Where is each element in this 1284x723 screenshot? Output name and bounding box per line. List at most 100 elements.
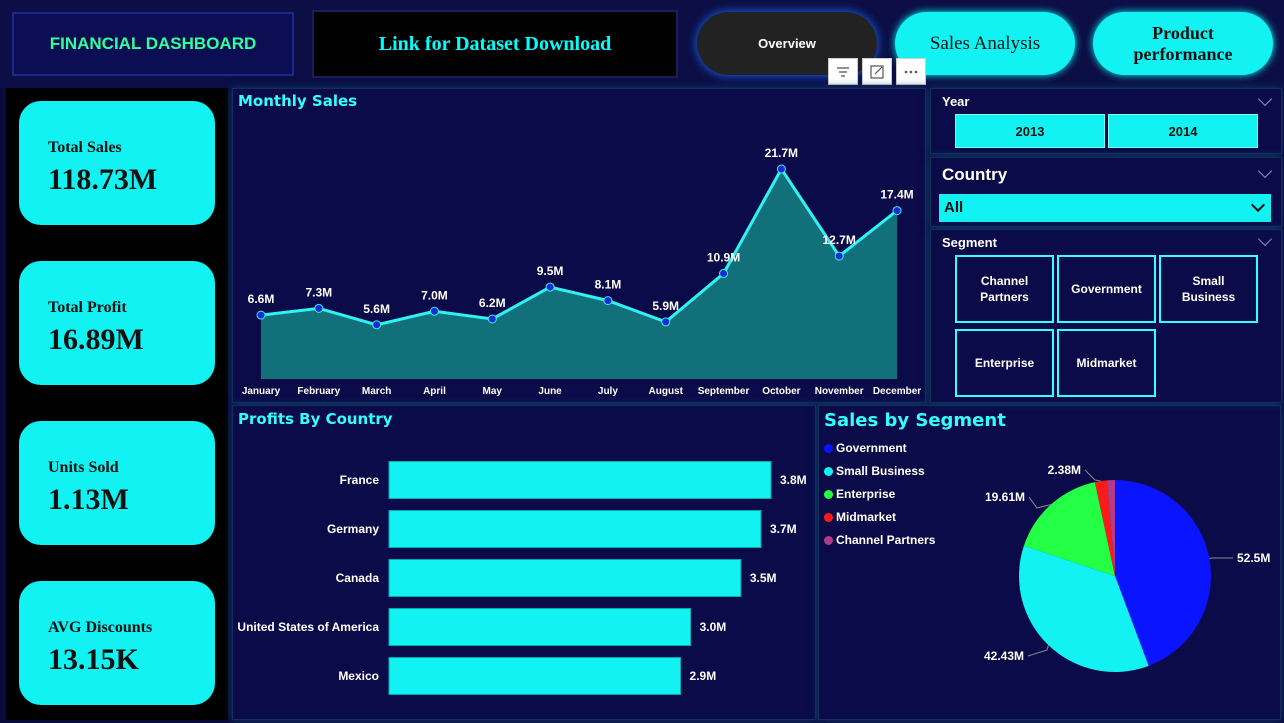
- legend-item[interactable]: Midmarket: [824, 510, 896, 524]
- kpi-value: 118.73M: [48, 163, 158, 196]
- dataset-link-box[interactable]: Link for Dataset Download: [312, 10, 678, 78]
- legend-item[interactable]: Channel Partners: [824, 533, 935, 547]
- data-label: 10.9M: [707, 251, 740, 265]
- x-tick-label: April: [423, 386, 446, 397]
- legend-item[interactable]: Enterprise: [824, 487, 895, 501]
- legend-item[interactable]: Small Business: [824, 464, 925, 478]
- data-label: 5.6M: [363, 302, 390, 316]
- x-tick-label: September: [698, 386, 750, 397]
- year-option-2013[interactable]: 2013: [955, 114, 1105, 148]
- bar[interactable]: [388, 608, 692, 646]
- kpi-card-total-profit: Total Profit 16.89M: [19, 261, 215, 385]
- segment-option-channel-partners[interactable]: Channel Partners: [955, 255, 1054, 323]
- data-label: 2.38M: [1048, 463, 1081, 477]
- dashboard-title: FINANCIAL DASHBOARD: [49, 34, 257, 53]
- kpi-card-units-sold: Units Sold 1.13M: [19, 421, 215, 545]
- year-slicer-title: Year: [942, 94, 970, 109]
- dashboard-root: FINANCIAL DASHBOARD Link for Dataset Dow…: [0, 0, 1284, 723]
- country-dropdown-value: All: [944, 199, 964, 216]
- header-bar: FINANCIAL DASHBOARD Link for Dataset Dow…: [0, 0, 1284, 88]
- y-tick-label: United States of America: [237, 620, 379, 634]
- segment-option-midmarket[interactable]: Midmarket: [1057, 329, 1156, 397]
- kpi-card-avg-discounts: AVG Discounts 13.15K: [19, 581, 215, 705]
- x-tick-label: June: [538, 386, 562, 397]
- legend-label: Small Business: [836, 464, 925, 478]
- data-label: 2.9M: [690, 669, 717, 683]
- kpi-label: Units Sold: [48, 459, 119, 476]
- legend-marker: [824, 535, 833, 545]
- data-label: 52.5M: [1237, 551, 1270, 565]
- bar[interactable]: [388, 657, 682, 695]
- x-tick-label: November: [815, 386, 864, 397]
- bar[interactable]: [388, 461, 772, 499]
- data-label: 17.4M: [880, 188, 913, 202]
- profits-by-country-panel: Profits By Country France 3.8M Germany 3.7M…: [232, 405, 816, 720]
- year-option-2014[interactable]: 2014: [1108, 114, 1258, 148]
- y-tick-label: Canada: [336, 571, 380, 585]
- legend-marker: [824, 443, 833, 453]
- chevron-down-icon[interactable]: [1250, 197, 1266, 213]
- kpi-label: Total Sales: [48, 139, 122, 156]
- x-tick-label: February: [297, 386, 340, 397]
- filter-icon[interactable]: [828, 58, 858, 85]
- kpi-value: 13.15K: [48, 643, 139, 676]
- data-label: 6.6M: [248, 292, 275, 306]
- data-point[interactable]: [256, 310, 266, 320]
- legend-label: Channel Partners: [836, 533, 936, 547]
- legend-label: Midmarket: [836, 510, 897, 524]
- leader-line: [1084, 469, 1101, 482]
- data-point[interactable]: [487, 314, 497, 324]
- dataset-download-link[interactable]: Link for Dataset Download: [379, 33, 611, 56]
- focus-mode-icon[interactable]: [862, 58, 892, 85]
- data-label: 3.5M: [750, 571, 777, 585]
- country-dropdown[interactable]: All: [939, 194, 1271, 222]
- data-point[interactable]: [776, 164, 786, 174]
- legend-item[interactable]: Government: [824, 441, 907, 455]
- data-point[interactable]: [545, 282, 555, 292]
- dashboard-title-box: FINANCIAL DASHBOARD: [12, 12, 294, 76]
- segment-option-enterprise[interactable]: Enterprise: [955, 329, 1054, 397]
- data-point[interactable]: [719, 269, 729, 279]
- visual-toolbar: [828, 58, 926, 85]
- kpi-card-total-sales: Total Sales 118.73M: [19, 101, 215, 225]
- data-point[interactable]: [372, 320, 382, 330]
- profits-by-country-chart: France 3.8M Germany 3.7M Canada 3.5M United St…: [237, 461, 807, 695]
- data-label: 42.43M: [984, 649, 1024, 663]
- x-tick-label: August: [649, 386, 684, 397]
- kpi-column: Total Sales 118.73M Total Profit 16.89M …: [6, 88, 228, 720]
- data-point[interactable]: [892, 206, 902, 216]
- segment-option-government[interactable]: Government: [1057, 255, 1156, 323]
- bar[interactable]: [388, 510, 762, 548]
- data-label: 5.9M: [652, 299, 679, 313]
- data-label: 21.7M: [765, 146, 798, 160]
- data-label: 6.2M: [479, 296, 506, 310]
- nav-product-performance-button[interactable]: Product performance: [1093, 12, 1273, 75]
- data-point[interactable]: [429, 306, 439, 316]
- legend-marker: [824, 512, 833, 522]
- data-point[interactable]: [603, 296, 613, 306]
- data-label: 3.0M: [700, 620, 727, 634]
- x-tick-label: December: [873, 386, 921, 397]
- country-slicer-title: Country: [942, 165, 1008, 184]
- kpi-label: Total Profit: [48, 299, 127, 316]
- data-point[interactable]: [314, 303, 324, 313]
- x-tick-label: March: [362, 386, 391, 397]
- y-tick-label: Germany: [327, 522, 379, 536]
- data-point[interactable]: [834, 251, 844, 261]
- y-tick-label: France: [340, 473, 380, 487]
- more-options-icon[interactable]: [896, 58, 926, 85]
- segment-option-small-business[interactable]: Small Business: [1159, 255, 1258, 323]
- leader-line: [1028, 496, 1052, 509]
- x-tick-label: July: [598, 386, 618, 397]
- kpi-value: 1.13M: [48, 483, 129, 516]
- kpi-value: 16.89M: [48, 323, 144, 356]
- y-tick-label: Mexico: [338, 669, 379, 683]
- data-label: 12.7M: [823, 233, 856, 247]
- data-label: 3.7M: [770, 522, 797, 536]
- data-label: 8.1M: [595, 278, 622, 292]
- x-tick-label: January: [242, 386, 281, 397]
- monthly-sales-panel: Monthly Sales 6.6M January 7.3M February 5.6…: [232, 88, 926, 403]
- legend-label: Government: [836, 441, 907, 455]
- data-point[interactable]: [661, 317, 671, 327]
- bar[interactable]: [388, 559, 742, 597]
